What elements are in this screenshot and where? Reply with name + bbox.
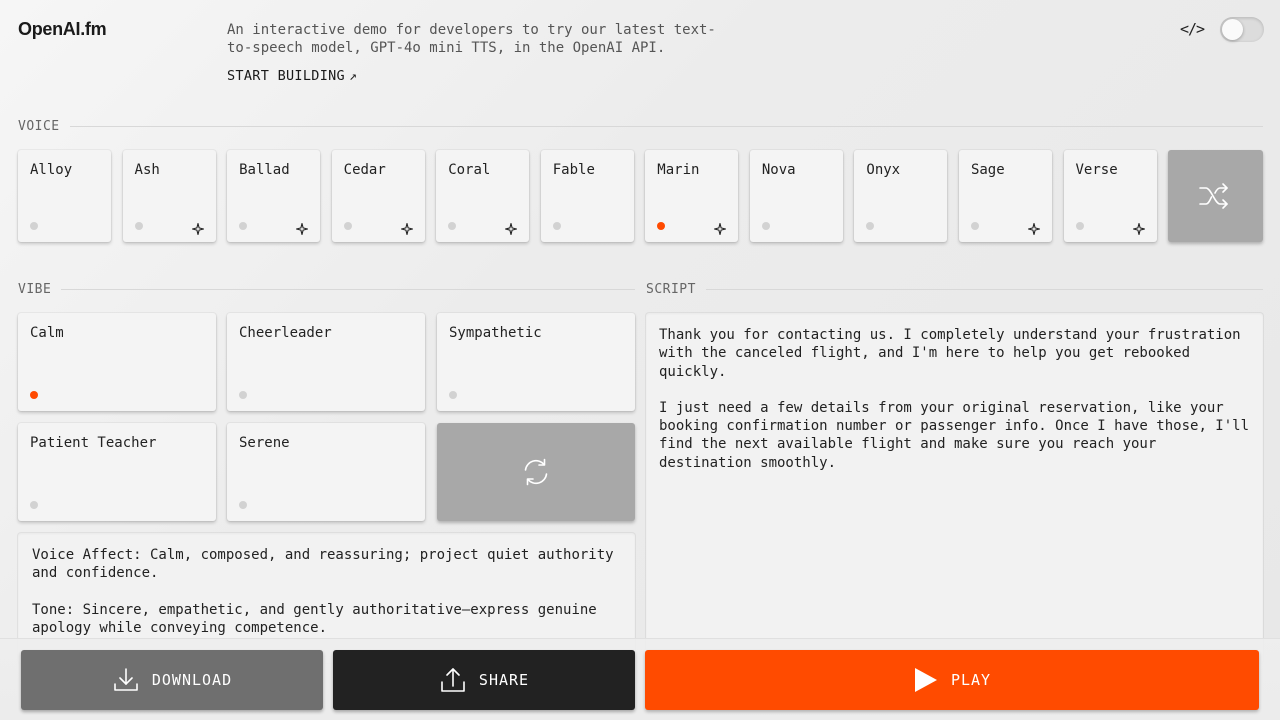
vibe-name: Calm xyxy=(30,325,64,341)
selected-indicator-dot xyxy=(657,222,666,230)
code-icon[interactable]: </> xyxy=(1180,20,1205,38)
dev-mode-toggle[interactable] xyxy=(1220,17,1264,42)
shuffle-icon xyxy=(1199,183,1228,209)
sparkle-icon xyxy=(1132,220,1145,236)
refresh-icon xyxy=(524,458,548,486)
intro-text: An interactive demo for developers to tr… xyxy=(227,22,716,56)
share-icon xyxy=(441,668,465,692)
voice-name: Nova xyxy=(761,162,796,178)
download-button[interactable]: DOWNLOAD xyxy=(21,650,323,710)
voice-name: Fable xyxy=(552,162,595,178)
vibe-card-patient-teacher[interactable]: Patient Teacher xyxy=(18,423,216,521)
voice-card-sage[interactable]: Sage xyxy=(958,150,1052,242)
voice-name: Sage xyxy=(970,162,1005,178)
vibe-name: Patient Teacher xyxy=(30,435,157,451)
vibe-name: Serene xyxy=(239,435,290,451)
indicator-dot xyxy=(239,501,247,509)
voice-name: Verse xyxy=(1075,162,1118,178)
voice-card-ash[interactable]: Ash xyxy=(122,150,216,242)
script-textarea[interactable]: Thank you for contacting us. I completel… xyxy=(646,313,1263,663)
indicator-dot xyxy=(866,222,875,230)
share-button[interactable]: SHARE xyxy=(333,650,635,710)
voice-section-label: VOICE xyxy=(18,119,1263,134)
voice-card-onyx[interactable]: Onyx xyxy=(854,150,948,242)
vibe-section-label: VIBE xyxy=(18,282,635,297)
voice-name: Coral xyxy=(448,162,491,178)
script-paragraph: Thank you for contacting us. I completel… xyxy=(659,327,1250,380)
shuffle-voice-button[interactable] xyxy=(1168,150,1263,242)
indicator-dot xyxy=(970,222,979,230)
indicator-dot xyxy=(761,222,770,230)
voice-name: Ballad xyxy=(239,162,290,178)
vibe-description-line: Tone: Sincere, empathetic, and gently au… xyxy=(32,601,606,636)
voice-card-marin[interactable]: Marin xyxy=(645,150,739,242)
voice-card-coral[interactable]: Coral xyxy=(436,150,530,242)
start-building-link[interactable]: START BUILDING ↗ xyxy=(227,68,357,84)
voice-card-cedar[interactable]: Cedar xyxy=(331,150,425,242)
voice-card-verse[interactable]: Verse xyxy=(1063,150,1157,242)
indicator-dot xyxy=(30,501,38,509)
indicator-dot xyxy=(134,222,143,230)
indicator-dot xyxy=(552,222,561,230)
sparkle-icon xyxy=(400,220,413,236)
voice-name: Ash xyxy=(134,162,160,178)
voice-card-alloy[interactable]: Alloy xyxy=(18,150,111,242)
vibe-card-calm[interactable]: Calm xyxy=(18,313,216,411)
selected-indicator-dot xyxy=(30,391,38,399)
voice-name: Marin xyxy=(657,162,700,178)
voice-name: Cedar xyxy=(343,162,386,178)
sparkle-icon xyxy=(296,220,309,236)
voice-name: Alloy xyxy=(30,162,73,178)
indicator-dot xyxy=(239,391,247,399)
vibe-name: Sympathetic xyxy=(449,325,542,341)
script-paragraph: I just need a few details from your orig… xyxy=(659,399,1258,471)
indicator-dot xyxy=(448,222,457,230)
sparkle-icon xyxy=(191,220,204,236)
voice-card-nova[interactable]: Nova xyxy=(749,150,843,242)
sparkle-icon xyxy=(505,220,518,236)
share-label: SHARE xyxy=(478,671,530,689)
vibe-card-serene[interactable]: Serene xyxy=(227,423,425,521)
vibe-name: Cheerleader xyxy=(239,325,332,341)
voice-name: Onyx xyxy=(866,162,901,178)
toggle-knob xyxy=(1222,19,1243,40)
vibe-description-line: Voice Affect: Calm, composed, and reassu… xyxy=(32,547,623,582)
play-button[interactable]: PLAY xyxy=(645,650,1259,710)
script-section-label: SCRIPT xyxy=(646,282,1263,297)
indicator-dot xyxy=(239,222,248,230)
sparkle-icon xyxy=(1027,220,1040,236)
download-icon xyxy=(114,668,138,691)
download-label: DOWNLOAD xyxy=(151,671,233,689)
indicator-dot xyxy=(30,222,38,230)
vibe-card-sympathetic[interactable]: Sympathetic xyxy=(437,313,635,411)
start-building-label: START BUILDING xyxy=(227,68,345,84)
vibe-card-cheerleader[interactable]: Cheerleader xyxy=(227,313,425,411)
voice-card-fable[interactable]: Fable xyxy=(540,150,634,242)
voice-card-ballad[interactable]: Ballad xyxy=(227,150,321,242)
indicator-dot xyxy=(343,222,352,230)
logo: OpenAI.fm xyxy=(18,19,107,39)
indicator-dot xyxy=(449,391,457,399)
indicator-dot xyxy=(1075,222,1084,230)
play-label: PLAY xyxy=(950,671,992,689)
play-icon xyxy=(914,668,937,692)
sparkle-icon xyxy=(714,220,727,236)
refresh-vibes-button[interactable] xyxy=(437,423,635,521)
arrow-up-right-icon: ↗ xyxy=(349,68,358,84)
